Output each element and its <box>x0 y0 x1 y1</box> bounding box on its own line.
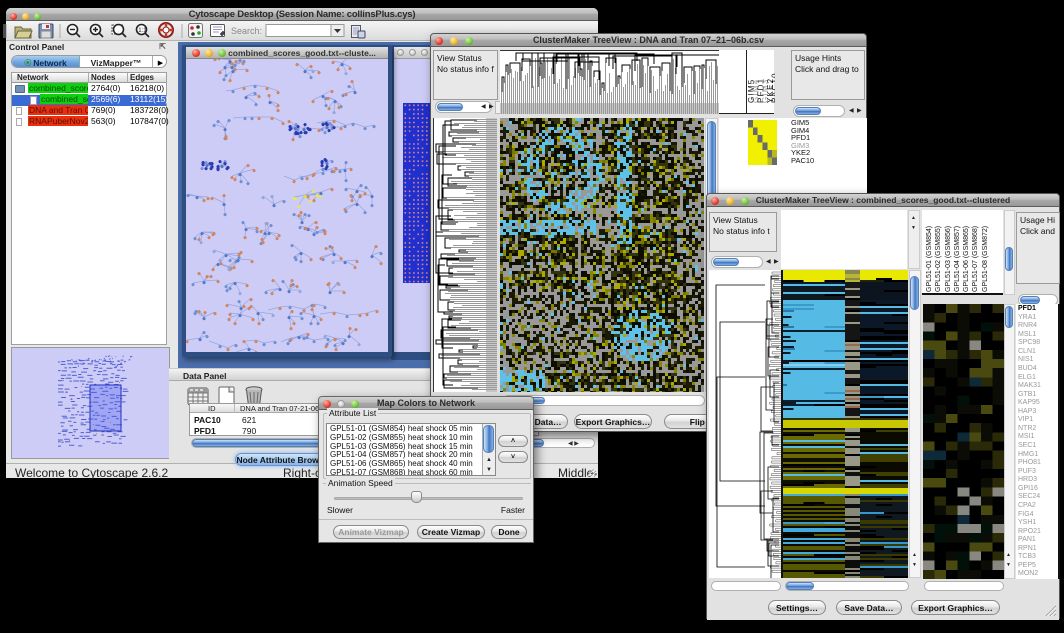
svg-text:1:1: 1:1 <box>138 28 147 34</box>
svg-text:Search:: Search: <box>231 26 262 36</box>
svg-text:PAC10: PAC10 <box>771 72 776 103</box>
